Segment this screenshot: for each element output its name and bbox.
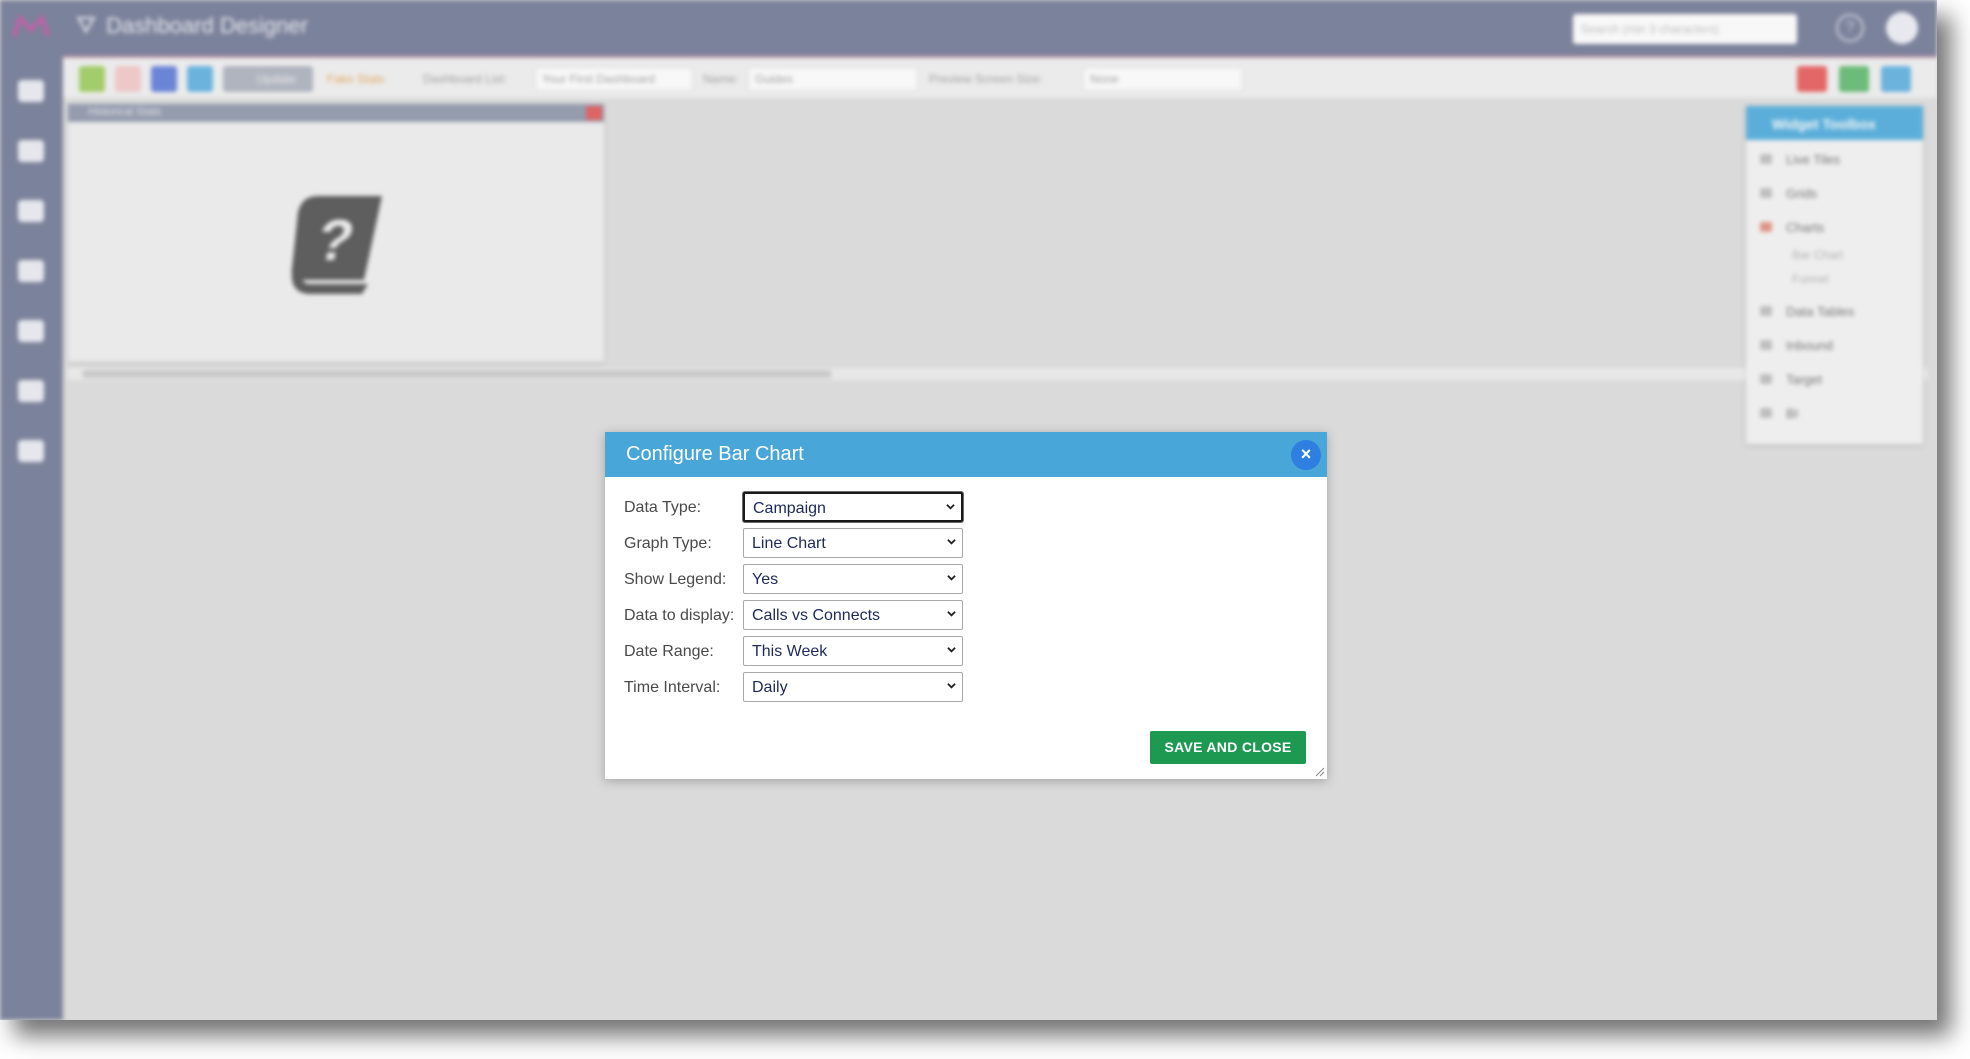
time-interval-label: Time Interval: [624,679,721,696]
time-interval-row: Time Interval: Daily [624,672,1004,702]
save-and-close-button[interactable]: SAVE AND CLOSE [1150,731,1306,764]
graph-type-row: Graph Type: Line Chart [624,528,1004,558]
resize-grip-icon[interactable] [1315,767,1325,777]
date-range-label: Date Range: [624,643,714,660]
time-interval-select[interactable]: Daily [743,672,963,702]
chevron-down-icon [947,575,956,581]
chevron-down-icon [947,539,956,545]
close-button[interactable]: × [1291,440,1321,470]
chevron-down-icon [946,504,955,510]
graph-type-value: Line Chart [752,535,826,552]
data-type-label: Data Type: [624,499,702,516]
dialog-title: Configure Bar Chart [626,443,804,465]
time-interval-value: Daily [752,679,788,696]
configure-bar-chart-dialog: Configure Bar Chart × Data Type: Campaig… [605,432,1327,779]
data-to-display-select[interactable]: Calls vs Connects [743,600,963,630]
data-type-select[interactable]: Campaign [743,492,963,522]
data-type-row: Data Type: Campaign [624,492,1004,522]
screen: ⛛ Dashboard Designer Search (min 3 chara… [0,0,1937,1020]
date-range-select[interactable]: This Week [743,636,963,666]
graph-type-label: Graph Type: [624,535,712,552]
chevron-down-icon [947,647,956,653]
date-range-row: Date Range: This Week [624,636,1004,666]
data-to-display-value: Calls vs Connects [752,607,881,624]
date-range-value: This Week [752,643,828,660]
data-to-display-label: Data to display: [624,607,735,624]
chevron-down-icon [947,611,956,617]
data-type-value: Campaign [753,500,826,517]
show-legend-label: Show Legend: [624,571,727,588]
data-to-display-row: Data to display: Calls vs Connects [624,600,1004,630]
graph-type-select[interactable]: Line Chart [743,528,963,558]
chevron-down-icon [947,683,956,689]
show-legend-row: Show Legend: Yes [624,564,1004,594]
show-legend-select[interactable]: Yes [743,564,963,594]
show-legend-value: Yes [752,571,779,588]
dialog-header: Configure Bar Chart × [605,432,1327,477]
